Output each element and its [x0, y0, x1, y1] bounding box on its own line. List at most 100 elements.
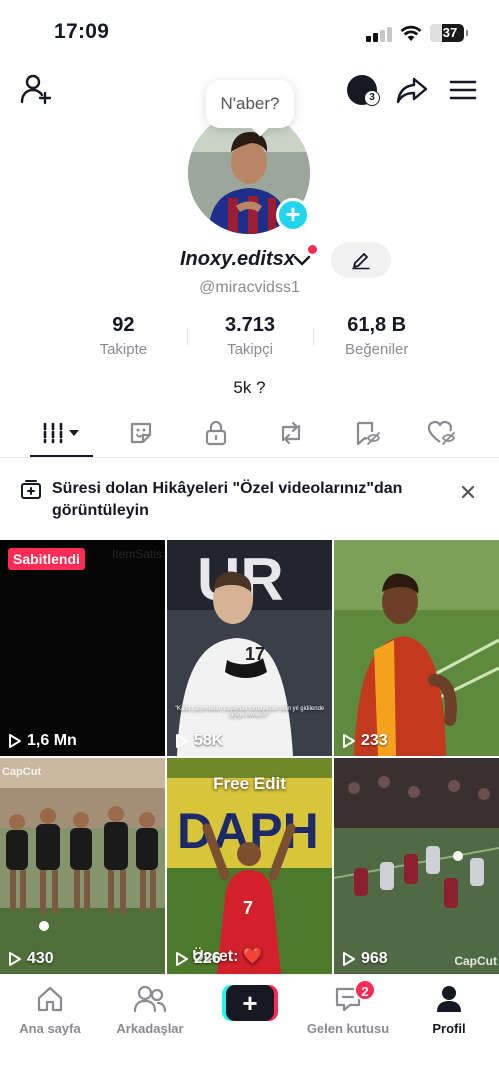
video-overlay-title: Free Edit	[213, 774, 286, 793]
grid-bars-icon	[43, 422, 79, 444]
home-icon	[37, 986, 63, 1012]
play-icon	[343, 734, 355, 748]
coins-button[interactable]: 3	[344, 72, 380, 108]
name-row: Inoxy.editsx	[0, 242, 499, 278]
username-handle: @miracvidss1	[199, 279, 300, 296]
share-arrow-icon	[396, 77, 428, 104]
svg-text:7: 7	[243, 898, 253, 918]
close-icon[interactable]	[458, 482, 478, 502]
hamburger-menu-icon	[449, 80, 477, 100]
add-story-button[interactable]: +	[276, 198, 310, 232]
tab-private[interactable]	[176, 410, 256, 456]
profile-avatar[interactable]: +	[188, 112, 312, 236]
view-count-text: 233	[361, 732, 388, 749]
stat-label: Beğeniler	[344, 341, 409, 358]
tab-liked[interactable]	[402, 410, 482, 456]
video-thumbnail[interactable]: CapCut 968	[334, 758, 499, 974]
tab-reposts[interactable]	[251, 410, 331, 456]
stat-followers[interactable]: 3.713 Takipçi	[186, 314, 314, 360]
profile-bio: 5k ?	[233, 378, 266, 397]
display-name[interactable]: Inoxy.editsx	[180, 248, 295, 271]
stat-label: Takipte	[99, 341, 148, 358]
notice-text: Süresi dolan Hikâyeleri "Özel videoların…	[52, 480, 403, 519]
view-count-text: 58K	[194, 732, 224, 749]
bottom-navigation: Ana sayfa Arkadaşlar + 2 Gelen kutusu Pr…	[0, 974, 499, 1080]
coins-badge: 3	[364, 90, 380, 106]
stat-following[interactable]: 92 Takipte	[60, 314, 187, 360]
watermark: CapCut	[454, 954, 497, 968]
sticker-icon	[130, 422, 152, 444]
play-icon	[176, 734, 188, 748]
video-thumbnail[interactable]: 233	[334, 540, 499, 756]
view-count-text: 1,6 Mn	[27, 732, 77, 749]
expired-stories-notice[interactable]: Süresi dolan Hikâyeleri "Özel videoların…	[0, 466, 499, 532]
view-count-text: 226	[194, 950, 221, 967]
video-thumbnail[interactable]: ItemSatis Sabitlendi 1,6 Mn	[0, 540, 165, 756]
stat-label: Takipçi	[227, 341, 273, 358]
view-count: 1,6 Mn	[8, 732, 77, 750]
pinned-badge: Sabitlendi	[8, 548, 85, 570]
play-icon	[343, 952, 355, 966]
inbox-badge: 2	[354, 979, 376, 1001]
video-thumbnail[interactable]: UR 17 "Kalbi çarpmadan yaşamak olmayacak…	[167, 540, 332, 756]
share-profile-button[interactable]	[394, 72, 430, 108]
view-count-text: 430	[27, 950, 54, 967]
edit-profile-button[interactable]	[331, 242, 391, 278]
chevron-down-icon[interactable]	[292, 252, 312, 270]
video-cover: UR 17	[167, 540, 332, 756]
video-thumbnail[interactable]: CapCut 430	[0, 758, 165, 974]
nav-home[interactable]: Ana sayfa	[0, 983, 100, 1036]
status-time: 17:09	[54, 20, 110, 43]
video-cover	[0, 758, 165, 974]
content-tabs	[0, 410, 499, 458]
play-icon	[176, 952, 188, 966]
wifi-icon	[400, 25, 422, 41]
play-icon	[9, 952, 21, 966]
nav-label: Ana sayfa	[19, 1021, 81, 1036]
plus-icon: +	[226, 985, 274, 1021]
view-count: 968	[342, 950, 388, 968]
tab-videos[interactable]	[22, 410, 102, 457]
video-grid: ItemSatis Sabitlendi 1,6 Mn UR 17 "Kalbi…	[0, 540, 499, 974]
video-thumbnail[interactable]: DAPH 7 Free Edit Ücret: ❤️ 226	[167, 758, 332, 974]
svg-text:17: 17	[245, 644, 265, 664]
view-count: 430	[8, 950, 54, 968]
view-count-text: 968	[361, 950, 388, 967]
stat-value: 92	[112, 314, 135, 336]
view-count: 58K	[175, 732, 223, 750]
battery-icon: 37	[430, 24, 468, 42]
nav-label: Profil	[432, 1021, 466, 1036]
video-cover: ItemSatis	[0, 540, 165, 756]
stat-value: 3.713	[224, 314, 276, 336]
pencil-icon	[352, 253, 370, 270]
menu-button[interactable]	[446, 72, 480, 108]
repost-icon	[281, 421, 301, 445]
battery-level: 37	[442, 25, 458, 40]
stat-likes[interactable]: 61,8 B Beğeniler	[313, 314, 440, 360]
nav-profile[interactable]: Profil	[399, 983, 499, 1036]
video-cover	[334, 540, 499, 756]
video-caption: "Kalbi çarpmadan yaşamak olmayacak olan …	[174, 706, 325, 718]
nav-label: Arkadaşlar	[116, 1021, 184, 1036]
profile-stats: 92 Takipte 3.713 Takipçi 61,8 B Beğenile…	[60, 314, 440, 360]
watermark: CapCut	[2, 766, 42, 778]
nav-inbox[interactable]: 2 Gelen kutusu	[298, 979, 398, 1036]
create-video-button[interactable]: +	[222, 985, 278, 1021]
tab-stickers[interactable]	[101, 410, 181, 456]
nav-friends[interactable]: Arkadaşlar	[100, 983, 200, 1036]
svg-text:ItemSatis: ItemSatis	[112, 547, 162, 561]
view-count: 233	[342, 732, 388, 750]
view-count: 226	[175, 950, 221, 968]
story-plus-icon	[21, 480, 41, 499]
notification-dot	[308, 245, 317, 254]
video-cover	[334, 758, 499, 974]
profile-icon	[437, 986, 461, 1012]
bookmark-hidden-icon	[356, 421, 381, 446]
friends-icon	[133, 985, 167, 1013]
person-plus-icon	[20, 74, 52, 105]
add-friend-button[interactable]	[18, 72, 54, 106]
note-bubble[interactable]: N'aber?	[206, 80, 294, 128]
tab-favorites[interactable]	[327, 410, 407, 456]
stat-value: 61,8 B	[347, 314, 407, 336]
cellular-signal-icon	[366, 26, 392, 42]
